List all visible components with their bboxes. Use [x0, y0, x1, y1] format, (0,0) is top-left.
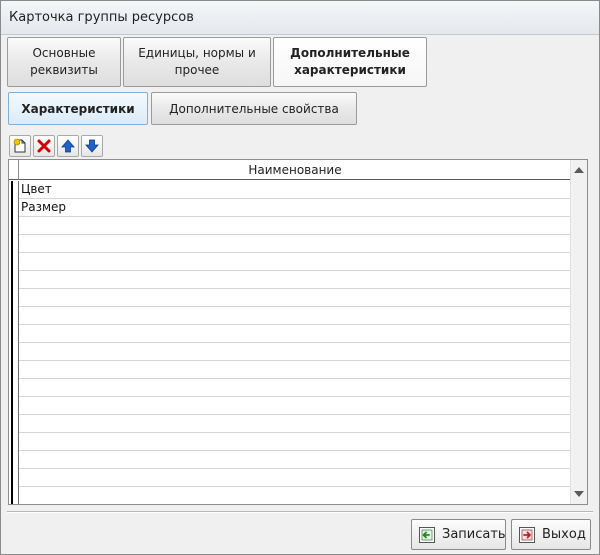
table-row[interactable] — [9, 307, 571, 325]
tab-units-norms[interactable]: Единицы, нормы и прочее — [123, 37, 271, 87]
row-gutter[interactable] — [9, 451, 19, 469]
subtab-additional-properties-label: Дополнительные свойства — [169, 101, 339, 116]
exit-button-label: Выход — [542, 527, 586, 542]
row-gutter[interactable] — [9, 397, 19, 415]
table-row[interactable] — [9, 235, 571, 253]
row-gutter[interactable] — [9, 379, 19, 397]
vertical-scrollbar[interactable] — [570, 160, 587, 504]
row-gutter[interactable] — [9, 361, 19, 379]
table-row[interactable] — [9, 415, 571, 433]
table-row[interactable]: Размер — [9, 199, 571, 217]
row-gutter[interactable] — [9, 325, 19, 343]
table-row[interactable] — [9, 217, 571, 235]
delete-row-button[interactable] — [33, 135, 55, 157]
table-row[interactable] — [9, 343, 571, 361]
move-up-button[interactable] — [57, 135, 79, 157]
row-gutter[interactable] — [9, 289, 19, 307]
exit-button[interactable]: Выход — [511, 519, 591, 550]
table-row[interactable] — [9, 325, 571, 343]
row-gutter[interactable] — [9, 415, 19, 433]
tab-additional-characteristics-label: Дополнительные характеристики — [290, 46, 410, 77]
move-down-button[interactable] — [81, 135, 103, 157]
row-gutter[interactable] — [9, 487, 19, 504]
header-gutter — [9, 160, 19, 180]
column-header-name[interactable]: Наименование — [19, 160, 571, 180]
table-row[interactable] — [9, 361, 571, 379]
subtab-additional-properties[interactable]: Дополнительные свойства — [151, 92, 357, 125]
subtab-characteristics[interactable]: Характеристики — [8, 92, 148, 125]
table-row[interactable] — [9, 397, 571, 415]
subtab-characteristics-label: Характеристики — [21, 101, 135, 116]
row-gutter[interactable] — [9, 217, 19, 235]
row-gutter[interactable] — [9, 199, 19, 217]
save-icon — [418, 526, 436, 544]
tab-main-details-label: Основные реквизиты — [30, 46, 98, 77]
row-gutter[interactable] — [9, 235, 19, 253]
move-up-icon — [60, 138, 76, 154]
move-down-icon — [84, 138, 100, 154]
row-gutter[interactable] — [9, 253, 19, 271]
row-gutter[interactable] — [9, 271, 19, 289]
table-row[interactable] — [9, 433, 571, 451]
table-row[interactable] — [9, 451, 571, 469]
characteristics-grid[interactable]: Наименование Цвет Размер — [8, 159, 588, 505]
table-row[interactable] — [9, 253, 571, 271]
save-button[interactable]: Записать — [411, 519, 506, 550]
row-gutter[interactable] — [9, 343, 19, 361]
add-row-icon — [12, 138, 28, 154]
table-row[interactable] — [9, 271, 571, 289]
footer-separator — [7, 511, 593, 513]
window-title: Карточка группы ресурсов — [1, 1, 599, 35]
table-row[interactable]: Цвет — [9, 181, 571, 199]
tab-main-details[interactable]: Основные реквизиты — [7, 37, 121, 87]
table-row[interactable] — [9, 487, 571, 504]
row-gutter[interactable] — [9, 307, 19, 325]
row-gutter[interactable] — [9, 469, 19, 487]
table-row[interactable] — [9, 379, 571, 397]
tab-additional-characteristics[interactable]: Дополнительные характеристики — [273, 37, 427, 87]
tab-units-norms-label: Единицы, нормы и прочее — [138, 46, 256, 77]
table-row[interactable] — [9, 289, 571, 307]
save-button-label: Записать — [442, 527, 506, 542]
row-gutter[interactable] — [9, 433, 19, 451]
scroll-down-arrow-icon[interactable] — [574, 491, 584, 497]
row-gutter[interactable] — [9, 181, 19, 199]
row-name-cell[interactable]: Размер — [21, 199, 66, 216]
table-row[interactable] — [9, 469, 571, 487]
resource-group-card-window: Карточка группы ресурсов Основные реквиз… — [0, 0, 600, 555]
add-row-button[interactable] — [9, 135, 31, 157]
exit-icon — [518, 526, 536, 544]
delete-icon — [36, 138, 52, 154]
scroll-up-arrow-icon[interactable] — [574, 167, 584, 173]
grid-header: Наименование — [9, 160, 571, 180]
row-name-cell[interactable]: Цвет — [21, 181, 52, 198]
